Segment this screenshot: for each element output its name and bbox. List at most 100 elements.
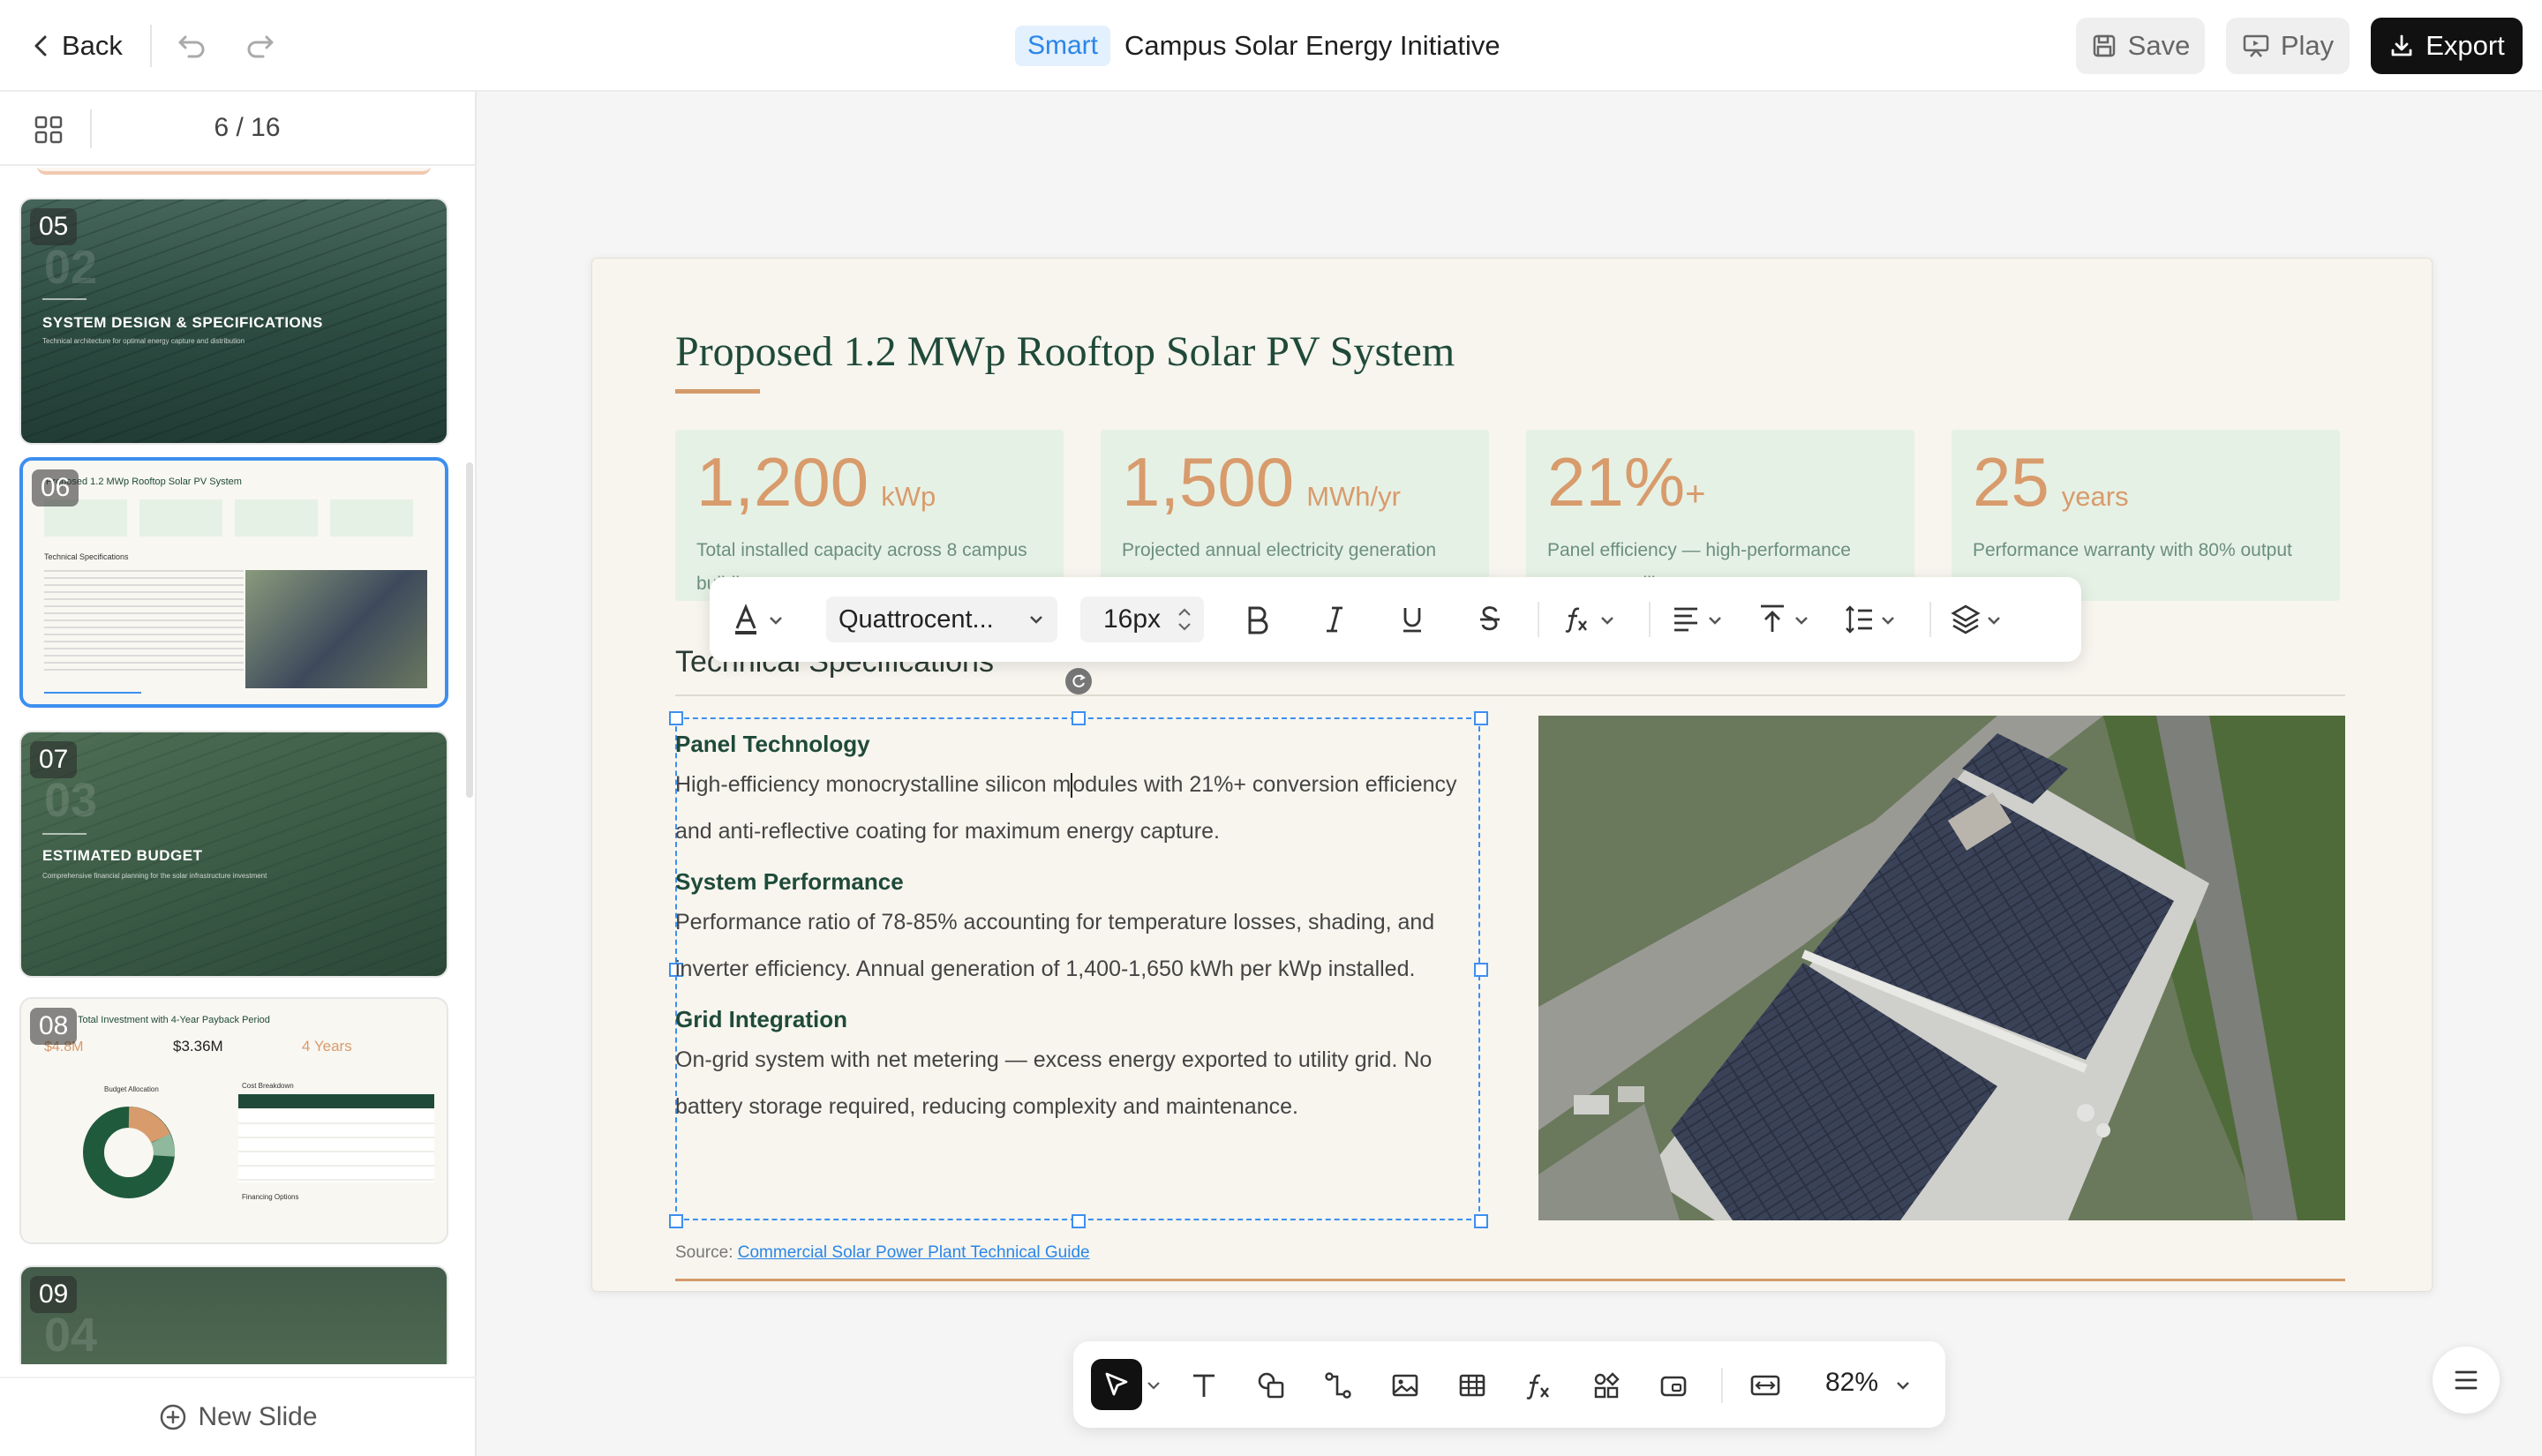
undo-icon — [178, 35, 205, 58]
redo-button[interactable] — [242, 28, 277, 64]
stat-unit: years — [2061, 481, 2129, 512]
stat-card[interactable]: 25 years Performance warranty with 80% ou… — [1952, 430, 2340, 601]
resize-handle[interactable] — [1474, 711, 1488, 725]
formula-tool-button[interactable] — [1515, 1361, 1564, 1410]
play-button[interactable]: Play — [2226, 18, 2350, 74]
underline-icon — [1403, 608, 1421, 633]
rotate-handle[interactable] — [1065, 668, 1092, 694]
slide-title[interactable]: Proposed 1.2 MWp Rooftop Solar PV System — [675, 327, 1455, 376]
divider — [1538, 602, 1539, 637]
donut-chart-thumbnail — [83, 1107, 176, 1198]
export-button[interactable]: Export — [2371, 18, 2523, 74]
divider — [1929, 602, 1931, 637]
chevron-down-icon — [1897, 1382, 1909, 1390]
slide-number: 09 — [30, 1276, 78, 1313]
resize-handle[interactable] — [669, 1214, 683, 1228]
zoom-level[interactable]: 82% — [1825, 1368, 1878, 1398]
smart-badge[interactable]: Smart — [1015, 26, 1111, 66]
resize-handle[interactable] — [1072, 1214, 1086, 1228]
stat-card[interactable]: 1,200 kWp Total installed capacity across… — [675, 430, 1064, 601]
slide-thumbnail-06[interactable]: 06 Proposed 1.2 MWp Rooftop Solar PV Sys… — [19, 457, 448, 708]
text-color-button[interactable] — [731, 598, 794, 641]
font-family-select[interactable]: Quattrocent... — [826, 597, 1057, 642]
slide-thumbnail-07[interactable]: 07 03 ESTIMATED BUDGET Comprehensive fin… — [19, 731, 448, 978]
line-spacing-button[interactable] — [1843, 598, 1906, 641]
new-slide-button[interactable]: New Slide — [0, 1377, 477, 1456]
thumbnail-partial[interactable] — [37, 168, 431, 175]
thumbnail-options-title: Financing Options — [242, 1193, 299, 1201]
resize-handle[interactable] — [669, 711, 683, 725]
section-body: High-efficiency monocrystalline silicon … — [675, 772, 1457, 844]
resize-handle[interactable] — [1072, 711, 1086, 725]
italic-icon — [1327, 606, 1342, 633]
top-bar: Back Smart Campus Solar Energy Initiativ… — [0, 0, 2542, 92]
layer-button[interactable] — [1949, 598, 2012, 641]
zoom-menu[interactable] — [1885, 1361, 1921, 1410]
redo-icon — [247, 35, 274, 58]
section-heading: Grid Integration — [675, 1006, 847, 1032]
source-link[interactable]: Commercial Solar Power Plant Technical G… — [738, 1243, 1090, 1262]
table-tool-button[interactable] — [1448, 1361, 1497, 1410]
vertical-align-button[interactable] — [1756, 598, 1820, 641]
font-size-stepper[interactable]: 16px — [1080, 597, 1204, 642]
thumbnail-stat: $3.36M — [173, 1038, 223, 1054]
widgets-icon — [1594, 1372, 1620, 1399]
menu-button[interactable] — [2433, 1347, 2500, 1414]
divider — [675, 694, 2345, 696]
strikethrough-button[interactable] — [1465, 598, 1515, 641]
section-body: Performance ratio of 78-85% accounting f… — [675, 910, 1435, 981]
hamburger-icon — [2455, 1370, 2478, 1390]
media-tool-button[interactable] — [1649, 1361, 1698, 1410]
ghost-number: 03 — [44, 774, 98, 827]
back-button[interactable]: Back — [32, 26, 123, 65]
thumbnail-title: Total Investment with 4-Year Payback Per… — [78, 1015, 270, 1025]
ghost-number: 04 — [44, 1309, 98, 1362]
font-family-value: Quattrocent... — [839, 604, 994, 634]
shape-tool-button[interactable] — [1246, 1361, 1296, 1410]
slide-thumbnail-05[interactable]: 05 02 SYSTEM DESIGN & SPECIFICATIONS Tec… — [19, 198, 448, 445]
thumbnail-list[interactable]: 05 02 SYSTEM DESIGN & SPECIFICATIONS Tec… — [0, 168, 477, 1364]
divider — [90, 109, 92, 148]
align-button[interactable] — [1670, 598, 1734, 641]
resize-handle[interactable] — [1474, 1214, 1488, 1228]
bottom-rule — [675, 1279, 2345, 1281]
play-label: Play — [2280, 30, 2335, 61]
italic-button[interactable] — [1310, 598, 1359, 641]
thumbnail-table-title: Cost Breakdown — [242, 1082, 294, 1090]
save-button[interactable]: Save — [2076, 18, 2205, 74]
bold-button[interactable] — [1232, 598, 1282, 641]
undo-button[interactable] — [175, 28, 210, 64]
export-label: Export — [2425, 30, 2505, 61]
slide-06[interactable]: Proposed 1.2 MWp Rooftop Solar PV System… — [591, 258, 2433, 1292]
connector-icon — [1325, 1372, 1351, 1399]
stat-card[interactable]: 1,500 MWh/yr Projected annual electricity… — [1101, 430, 1489, 601]
download-icon — [2391, 34, 2412, 56]
widgets-tool-button[interactable] — [1582, 1361, 1631, 1410]
slide-number: 06 — [32, 469, 79, 507]
select-tool-menu[interactable] — [1140, 1361, 1167, 1410]
divider — [1721, 1368, 1723, 1403]
image-tool-button[interactable] — [1380, 1361, 1430, 1410]
fit-to-screen-button[interactable] — [1741, 1361, 1790, 1410]
formula-button[interactable] — [1562, 598, 1626, 641]
formula-icon — [1565, 607, 1613, 633]
stat-card[interactable]: 21% + Panel efficiency — high-performance… — [1526, 430, 1914, 601]
slide-thumbnail-08[interactable]: 08 Total Investment with 4-Year Payback … — [19, 997, 448, 1244]
scrollbar[interactable] — [466, 462, 473, 798]
rooftop-solar-photo[interactable] — [1538, 716, 2345, 1220]
save-icon — [2093, 34, 2115, 57]
text-tool-button[interactable] — [1179, 1361, 1229, 1410]
ghost-number: 02 — [44, 241, 98, 294]
grid-view-button[interactable] — [34, 115, 64, 145]
document-title[interactable]: Campus Solar Energy Initiative — [1124, 30, 1500, 62]
cursor-arrow-icon — [1105, 1372, 1128, 1396]
connector-tool-button[interactable] — [1313, 1361, 1363, 1410]
rotate-icon — [1072, 674, 1086, 687]
slide-thumbnail-09[interactable]: 09 04 — [19, 1265, 448, 1364]
stepper-arrows-icon — [1178, 608, 1191, 631]
select-tool-button[interactable] — [1091, 1359, 1142, 1410]
underline-button[interactable] — [1388, 598, 1437, 641]
text-box-content[interactable]: Panel Technology High-efficiency monocry… — [675, 726, 1478, 1139]
title-underline — [675, 389, 760, 394]
slide-number: 08 — [30, 1008, 78, 1045]
